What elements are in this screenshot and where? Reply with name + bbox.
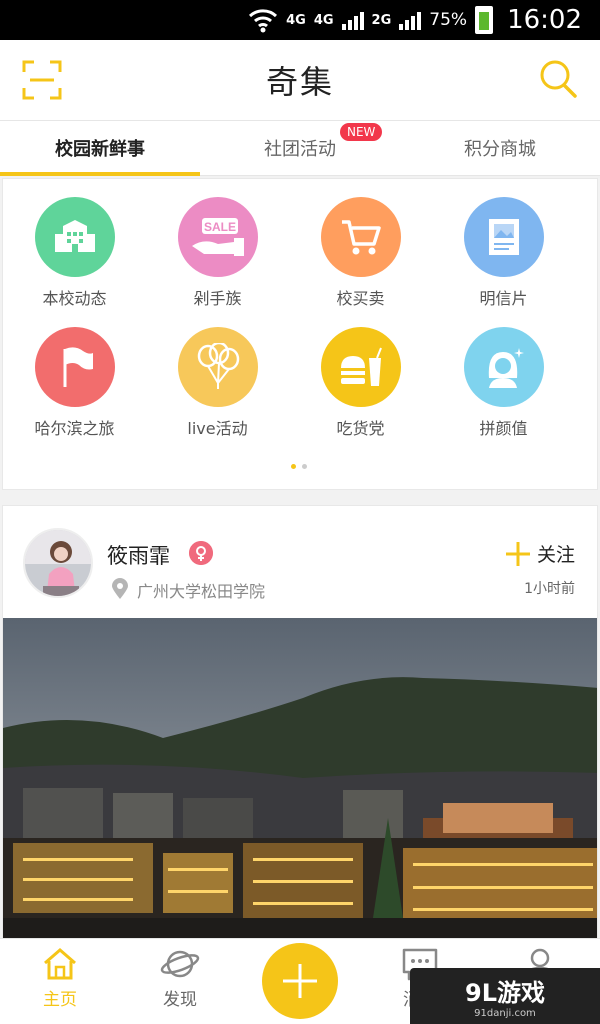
- category-campus-news[interactable]: 本校动态: [3, 197, 146, 309]
- category-foodies[interactable]: 吃货党: [289, 327, 432, 439]
- page-dot-active: [291, 464, 296, 469]
- page-indicator: [291, 464, 307, 469]
- create-post-button[interactable]: [262, 943, 338, 1019]
- category-live-events[interactable]: live活动: [146, 327, 289, 439]
- tab-campus-news[interactable]: 校园新鲜事: [0, 121, 200, 176]
- sale-hand-icon: SALE: [177, 197, 258, 277]
- category-postcard[interactable]: 明信片: [432, 197, 575, 309]
- signal-icon: [341, 10, 364, 30]
- nav-home[interactable]: 主页: [20, 947, 100, 1010]
- new-badge: NEW: [340, 123, 383, 141]
- battery-icon: [475, 6, 494, 34]
- network-type-3: 2G: [371, 12, 392, 28]
- nav-label: 发现: [163, 990, 197, 1010]
- clock: 16:02: [507, 5, 582, 35]
- category-label: 校买卖: [336, 289, 385, 308]
- page-title: 奇集: [265, 63, 334, 101]
- category-label: 本校动态: [42, 289, 107, 308]
- page-dot: [302, 464, 307, 469]
- post-location: 广州大学松田学院: [137, 582, 266, 601]
- search-icon[interactable]: [538, 58, 578, 100]
- tab-club-activities[interactable]: 社团活动 NEW: [200, 121, 400, 175]
- flag-icon: [34, 327, 115, 407]
- bottom-nav: 主页 发现 消息 9L游戏 91danji.com: [0, 938, 600, 1024]
- signal-icon: [399, 10, 422, 30]
- category-label: live活动: [187, 419, 248, 438]
- burger-drink-icon: [320, 327, 401, 407]
- category-label: 吃货党: [336, 419, 385, 438]
- category-label: 明信片: [479, 289, 528, 308]
- category-grid: 本校动态 SALE 剁手族 校买卖 明信片 哈尔滨之旅 live活动 吃货党 拼…: [3, 197, 599, 439]
- tab-points-mall[interactable]: 积分商城: [400, 121, 600, 175]
- nav-discover[interactable]: 发现: [140, 947, 220, 1010]
- girl-avatar-icon: [463, 327, 544, 407]
- battery-percent: 75%: [429, 10, 468, 30]
- home-icon: [44, 948, 76, 980]
- category-harbin-trip[interactable]: 哈尔滨之旅: [3, 327, 146, 439]
- status-bar: 4G 4G 2G 75% 16:02: [0, 0, 600, 40]
- app-header: 奇集: [0, 40, 600, 120]
- post-card[interactable]: 筱雨霏 广州大学松田学院 关注 1小时前: [2, 505, 598, 945]
- watermark-logo: 9L游戏 91danji.com: [410, 968, 600, 1024]
- nav-label: 主页: [43, 990, 77, 1010]
- postcard-icon: [463, 197, 544, 277]
- category-grid-card: 本校动态 SALE 剁手族 校买卖 明信片 哈尔滨之旅 live活动 吃货党 拼…: [2, 178, 598, 490]
- planet-icon: [160, 950, 200, 978]
- post-time: 1小时前: [524, 581, 575, 597]
- network-type-1: 4G: [286, 12, 306, 28]
- network-type-2: 4G: [313, 12, 334, 28]
- plus-icon: [505, 541, 530, 566]
- avatar[interactable]: [23, 528, 93, 598]
- wifi-icon: [249, 9, 278, 33]
- category-shopaholics[interactable]: SALE 剁手族: [146, 197, 289, 309]
- follow-label: 关注: [536, 544, 575, 566]
- female-icon: [189, 541, 213, 565]
- location-pin-icon: [112, 578, 128, 599]
- category-campus-trade[interactable]: 校买卖: [289, 197, 432, 309]
- category-label: 哈尔滨之旅: [34, 419, 115, 438]
- category-label: 剁手族: [193, 289, 242, 308]
- svg-text:SALE: SALE: [203, 220, 235, 234]
- post-photo[interactable]: [3, 618, 598, 945]
- scan-icon[interactable]: [22, 60, 62, 100]
- follow-button[interactable]: 关注: [505, 540, 575, 567]
- plus-icon: [283, 964, 317, 998]
- balloons-icon: [177, 327, 258, 407]
- shopping-cart-icon: [320, 197, 401, 277]
- category-looks-contest[interactable]: 拼颜值: [432, 327, 575, 439]
- post-username[interactable]: 筱雨霏: [107, 540, 170, 570]
- tab-bar: 校园新鲜事 社团活动 NEW 积分商城: [0, 120, 600, 176]
- school-building-icon: [34, 197, 115, 277]
- category-label: 拼颜值: [479, 419, 528, 438]
